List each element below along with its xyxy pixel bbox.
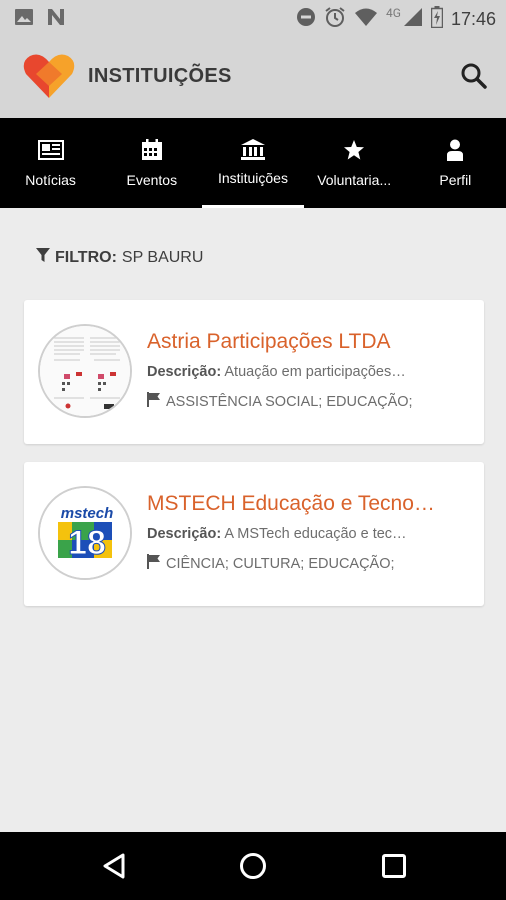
filter-key: FILTRO:	[55, 248, 117, 266]
heart-logo-icon	[22, 52, 76, 100]
network-type: 4G	[386, 6, 401, 20]
tab-noticias[interactable]: Notícias	[0, 118, 101, 208]
do-not-disturb-icon	[296, 7, 316, 31]
back-icon[interactable]	[98, 850, 130, 882]
home-icon[interactable]	[237, 850, 269, 882]
institution-avatar	[38, 324, 132, 418]
page-title: INSTITUIÇÕES	[88, 65, 232, 87]
calendar-icon	[141, 138, 163, 162]
active-tab-indicator	[202, 205, 304, 208]
image-icon	[14, 8, 34, 30]
system-nav-bar	[0, 832, 506, 900]
search-icon[interactable]	[460, 62, 488, 90]
filter-icon	[36, 247, 50, 268]
tab-label: Instituições	[217, 170, 288, 186]
tab-perfil[interactable]: Perfil	[405, 118, 506, 208]
institution-description: Descrição: Atuação em participações…	[147, 364, 447, 380]
n-icon	[46, 7, 66, 31]
logo-text: mstech	[61, 505, 114, 522]
tab-voluntariado[interactable]: Voluntaria...	[304, 118, 405, 208]
tab-label: Perfil	[439, 172, 472, 188]
filter-value: SP BAURU	[121, 248, 204, 266]
person-icon	[446, 138, 464, 162]
star-icon	[343, 138, 365, 162]
tags-text: ASSISTÊNCIA SOCIAL; EDUCAÇÃO;	[166, 393, 413, 410]
tab-label: Voluntaria...	[317, 172, 392, 188]
tab-instituicoes[interactable]: Instituições	[202, 118, 304, 208]
logo-number: 18	[68, 524, 106, 562]
tags-text: CIÊNCIA; CULTURA; EDUCAÇÃO;	[166, 555, 395, 572]
flag-icon	[147, 554, 161, 573]
tab-label: Notícias	[25, 172, 76, 188]
description-text: A MSTech educação e tec…	[224, 526, 407, 542]
institution-name[interactable]: MSTECH Educação e Tecno…	[147, 492, 435, 516]
status-time: 17:46	[450, 8, 496, 29]
recents-icon[interactable]	[378, 850, 410, 882]
news-icon	[37, 138, 64, 162]
institution-card[interactable]: Astria Participações LTDA Descrição: Atu…	[24, 300, 484, 444]
institution-avatar: mstech 18	[38, 486, 132, 580]
description-text: Atuação em participações…	[224, 364, 406, 380]
battery-icon	[430, 6, 444, 32]
description-label: Descrição:	[147, 526, 222, 542]
wifi-icon	[354, 7, 378, 31]
institution-tags: ASSISTÊNCIA SOCIAL; EDUCAÇÃO;	[147, 392, 413, 411]
description-label: Descrição:	[147, 364, 222, 380]
tab-bar: Notícias Eventos Instituições Voluntaria…	[0, 118, 506, 208]
tab-label: Eventos	[126, 172, 178, 188]
flag-icon	[147, 392, 161, 411]
institution-name[interactable]: Astria Participações LTDA	[147, 330, 391, 354]
filter-label[interactable]: FILTRO: SP BAURU	[36, 247, 203, 268]
institution-description: Descrição: A MSTech educação e tec…	[147, 526, 447, 542]
institution-tags: CIÊNCIA; CULTURA; EDUCAÇÃO;	[147, 554, 395, 573]
signal-icon	[403, 7, 423, 31]
tab-eventos[interactable]: Eventos	[101, 118, 202, 208]
institution-icon	[240, 138, 266, 162]
alarm-icon	[324, 6, 346, 32]
app-bar: INSTITUIÇÕES	[0, 36, 506, 118]
institution-card[interactable]: mstech 18 MSTECH Educação e Tecno… Descr…	[24, 462, 484, 606]
status-bar: 4G 17:46	[0, 0, 506, 36]
